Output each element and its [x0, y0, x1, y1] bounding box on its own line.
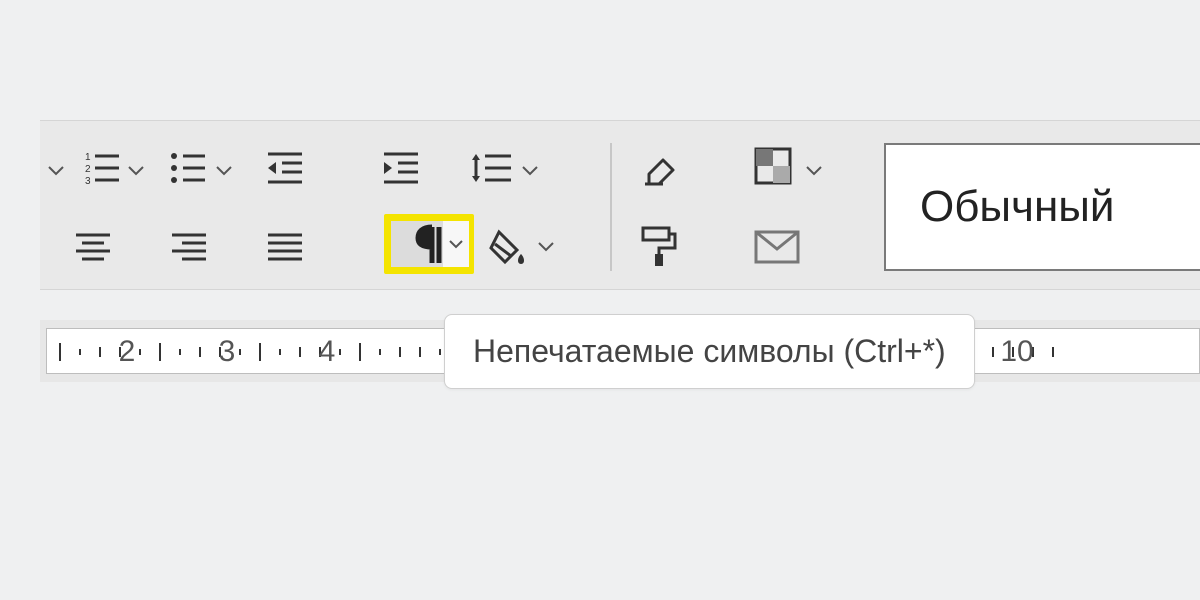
ruler-number: 3	[219, 335, 236, 369]
bulleted-list-dropdown[interactable]	[214, 163, 234, 177]
ruler-tick	[159, 343, 161, 361]
fill-color-button[interactable]	[752, 145, 794, 187]
ruler-tick	[99, 347, 101, 357]
ruler-number: 10	[1000, 335, 1033, 369]
numbered-list-button[interactable]: 1 2 3	[78, 145, 124, 191]
ruler-tick	[199, 347, 201, 357]
ruler-tick	[179, 349, 181, 355]
ruler-tick	[359, 343, 361, 361]
formatting-toolbar: 1 2 3	[40, 120, 1200, 290]
formatting-marks-dropdown[interactable]	[443, 221, 469, 267]
paragraph-style-select[interactable]: Обычный	[884, 143, 1200, 271]
ruler-tick	[339, 349, 341, 355]
svg-text:1: 1	[85, 152, 91, 163]
mail-merge-button[interactable]	[752, 227, 802, 267]
ruler-tick	[1052, 347, 1054, 357]
ruler-number: 2	[119, 335, 136, 369]
svg-text:2: 2	[85, 164, 91, 175]
align-right-button[interactable]	[166, 227, 212, 267]
ruler-tick	[79, 349, 81, 355]
ruler-number: 4	[319, 335, 336, 369]
ruler-tick	[419, 347, 421, 357]
line-spacing-button[interactable]	[468, 145, 514, 191]
fill-color-dropdown[interactable]	[804, 163, 824, 177]
paragraph-style-label: Обычный	[920, 182, 1114, 232]
ruler-tick	[239, 349, 241, 355]
increase-indent-button[interactable]	[378, 145, 424, 191]
highlight-color-button[interactable]	[484, 223, 530, 269]
align-center-button[interactable]	[70, 227, 116, 267]
toolbar-separator	[610, 143, 612, 271]
svg-text:3: 3	[85, 176, 91, 187]
ruler-tick	[399, 347, 401, 357]
ruler-tick	[279, 349, 281, 355]
ruler-tick	[59, 343, 61, 361]
highlight-color-dropdown[interactable]	[536, 239, 556, 253]
tooltip: Непечатаемые символы (Ctrl+*)	[444, 314, 975, 389]
justify-button[interactable]	[262, 227, 308, 267]
clear-formatting-button[interactable]	[636, 145, 682, 191]
ruler-tick	[439, 349, 441, 355]
ruler-tick	[139, 349, 141, 355]
formatting-marks-button-highlight	[384, 214, 474, 274]
clone-formatting-button[interactable]	[636, 223, 682, 269]
ruler-tick	[259, 343, 261, 361]
line-spacing-dropdown[interactable]	[520, 163, 540, 177]
ruler-tick	[992, 347, 994, 357]
bulleted-list-button[interactable]	[164, 145, 210, 191]
tooltip-text: Непечатаемые символы (Ctrl+*)	[473, 333, 946, 369]
ruler-tick	[379, 349, 381, 355]
decrease-indent-button[interactable]	[262, 145, 308, 191]
numbered-list-dropdown[interactable]	[126, 163, 146, 177]
chevron-down-icon[interactable]	[46, 163, 66, 177]
pilcrow-icon	[412, 223, 446, 265]
ruler-tick	[299, 347, 301, 357]
